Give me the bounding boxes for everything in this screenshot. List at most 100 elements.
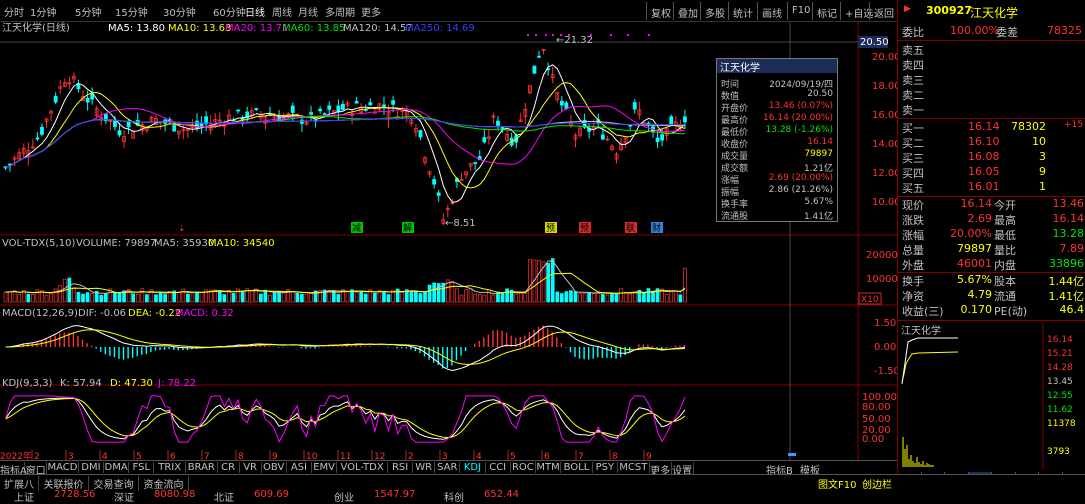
month-label: 8 bbox=[238, 452, 244, 460]
signal-dot bbox=[568, 34, 570, 36]
stat-label: 总量 bbox=[902, 242, 924, 258]
period-6[interactable]: 日线 bbox=[245, 4, 265, 19]
stat-value: 13.28 bbox=[1053, 227, 1085, 240]
indicator-tab-23[interactable]: MCST bbox=[618, 462, 650, 473]
bid-row[interactable]: 买五16.011 bbox=[898, 180, 1085, 195]
event-marker[interactable]: 联 bbox=[626, 223, 635, 234]
indicator-tab-20[interactable]: MTM bbox=[536, 462, 561, 473]
period-4[interactable]: 30分钟 bbox=[163, 4, 196, 19]
ask-row[interactable]: 卖三 bbox=[898, 72, 1085, 87]
indicator-tab-16[interactable]: SAR bbox=[435, 462, 460, 473]
bid-volume: 3 bbox=[1039, 150, 1046, 163]
toolbar-button-2[interactable]: 多股 bbox=[700, 2, 729, 20]
divider bbox=[898, 320, 1085, 321]
toolbar-button-8[interactable]: 返回 bbox=[869, 2, 898, 20]
signal-dot bbox=[610, 34, 612, 36]
candle-body bbox=[86, 98, 89, 102]
scroll-indicator[interactable] bbox=[788, 453, 796, 456]
period-7[interactable]: 周线 bbox=[272, 4, 292, 19]
bid-row[interactable]: 买四16.059 bbox=[898, 165, 1085, 180]
candle-body bbox=[355, 101, 358, 103]
tooltip-value: 2.86 (21.26%) bbox=[769, 185, 833, 195]
indicator-tab-8[interactable]: CR bbox=[218, 462, 240, 473]
ask-row[interactable]: 卖五 bbox=[898, 42, 1085, 57]
toolbar-button-1[interactable]: 叠加 bbox=[673, 2, 702, 20]
period-5[interactable]: 60分钟 bbox=[213, 4, 246, 19]
indicator-tab-18[interactable]: CCI bbox=[486, 462, 511, 473]
indicator-tab-6[interactable]: TRIX bbox=[154, 462, 186, 473]
month-label: 10 bbox=[306, 452, 318, 460]
toolbar-button-4[interactable]: 画线 bbox=[757, 2, 786, 20]
toolbar-button-5[interactable]: F10 bbox=[787, 2, 814, 20]
event-marker[interactable]: 预 bbox=[546, 223, 555, 234]
period-3[interactable]: 15分钟 bbox=[115, 4, 148, 19]
macd-axis-label: -1.50 bbox=[874, 366, 897, 377]
stat-row: 外盘46001内盘33896 bbox=[898, 257, 1085, 272]
volume-bar bbox=[264, 290, 267, 302]
indicator-tab-12[interactable]: EMV bbox=[312, 462, 337, 473]
volume-bar bbox=[145, 295, 148, 302]
volume-bar bbox=[223, 295, 226, 302]
indicator-tab-11[interactable]: ASI bbox=[287, 462, 312, 473]
signal-dot bbox=[545, 34, 547, 36]
period-2[interactable]: 5分钟 bbox=[75, 4, 101, 19]
event-marker[interactable]: 解 bbox=[403, 222, 412, 234]
stat-value: 2.69 bbox=[968, 212, 993, 225]
indicator-tab-13[interactable]: VOL-TDX bbox=[337, 462, 388, 473]
period-0[interactable]: 分时 bbox=[4, 4, 24, 19]
bid-row[interactable]: 买三16.083 bbox=[898, 150, 1085, 165]
tooltip-row: 最低价13.28 (-1.26%) bbox=[717, 125, 837, 136]
ask-row[interactable]: 卖四 bbox=[898, 57, 1085, 72]
intraday-mini-chart[interactable]: 16.1415.2114.2813.4512.5511.62113783793 bbox=[898, 322, 1085, 470]
mini-axis-label: 11.62 bbox=[1047, 405, 1073, 415]
candle-body bbox=[565, 103, 568, 109]
toolbar-button-0[interactable]: 复权 bbox=[646, 2, 675, 20]
period-8[interactable]: 月线 bbox=[298, 4, 318, 19]
bid-row[interactable]: 买一16.1478302+15 bbox=[898, 120, 1085, 135]
indicator-tab-9[interactable]: VR bbox=[240, 462, 262, 473]
period-1[interactable]: 1分钟 bbox=[30, 4, 56, 19]
ask-row[interactable]: 卖二 bbox=[898, 87, 1085, 102]
macd-value-0: DIF: -0.06 bbox=[78, 308, 126, 319]
fund-label: 净资 bbox=[902, 288, 924, 304]
indicator-tab-21[interactable]: BOLL bbox=[561, 462, 593, 473]
toolbar-button-6[interactable]: 标记 bbox=[812, 2, 841, 20]
stat-value: 33896 bbox=[1049, 257, 1084, 270]
event-marker[interactable]: 财 bbox=[652, 222, 661, 234]
sidebar-button[interactable]: 创边栏 bbox=[862, 476, 892, 491]
month-label: 6 bbox=[170, 452, 176, 460]
volume-bar bbox=[670, 290, 673, 302]
indicator-tab-2[interactable]: MACD bbox=[47, 462, 79, 473]
indicator-tab-19[interactable]: ROC bbox=[511, 462, 536, 473]
volume-bar bbox=[18, 295, 21, 302]
fund-value: 5.67% bbox=[957, 273, 992, 286]
candle-body bbox=[560, 101, 563, 105]
macd-panel-title: MACD(12,26,9) bbox=[2, 308, 78, 319]
tooltip-title: 江天化学 bbox=[717, 59, 837, 73]
vol-ma-line-10 bbox=[6, 273, 685, 293]
ask-row[interactable]: 卖一 bbox=[898, 102, 1085, 117]
tooltip-row: 振幅2.86 (21.26%) bbox=[717, 185, 837, 196]
indicator-tab-14[interactable]: RSI bbox=[388, 462, 413, 473]
indicator-tab-17[interactable]: KDJ bbox=[460, 462, 485, 473]
indicator-tab-5[interactable]: FSL bbox=[129, 462, 154, 473]
toolbar-button-3[interactable]: 统计 bbox=[728, 2, 757, 20]
period-10[interactable]: 更多 bbox=[361, 4, 381, 19]
indicator-tab-4[interactable]: DMA bbox=[104, 462, 129, 473]
bid-price: 16.01 bbox=[968, 180, 1000, 193]
event-marker[interactable]: 减 bbox=[352, 222, 361, 234]
volume-bar bbox=[136, 294, 139, 302]
candle-body bbox=[392, 101, 395, 105]
bid-row[interactable]: 买二16.1010 bbox=[898, 135, 1085, 150]
volume-bar bbox=[451, 281, 454, 302]
indicator-tab-10[interactable]: OBV bbox=[262, 462, 287, 473]
market-value: 652.44 bbox=[484, 489, 519, 500]
indicator-tab-7[interactable]: BRAR bbox=[186, 462, 218, 473]
period-9[interactable]: 多周期 bbox=[325, 4, 355, 19]
f10-button[interactable]: 图文F10 bbox=[818, 476, 856, 491]
event-marker[interactable]: 预 bbox=[580, 223, 589, 234]
indicator-tab-3[interactable]: DMI bbox=[79, 462, 104, 473]
indicator-tab-15[interactable]: WR bbox=[413, 462, 435, 473]
ask-label: 卖四 bbox=[902, 57, 924, 73]
indicator-tab-22[interactable]: PSY bbox=[593, 462, 618, 473]
